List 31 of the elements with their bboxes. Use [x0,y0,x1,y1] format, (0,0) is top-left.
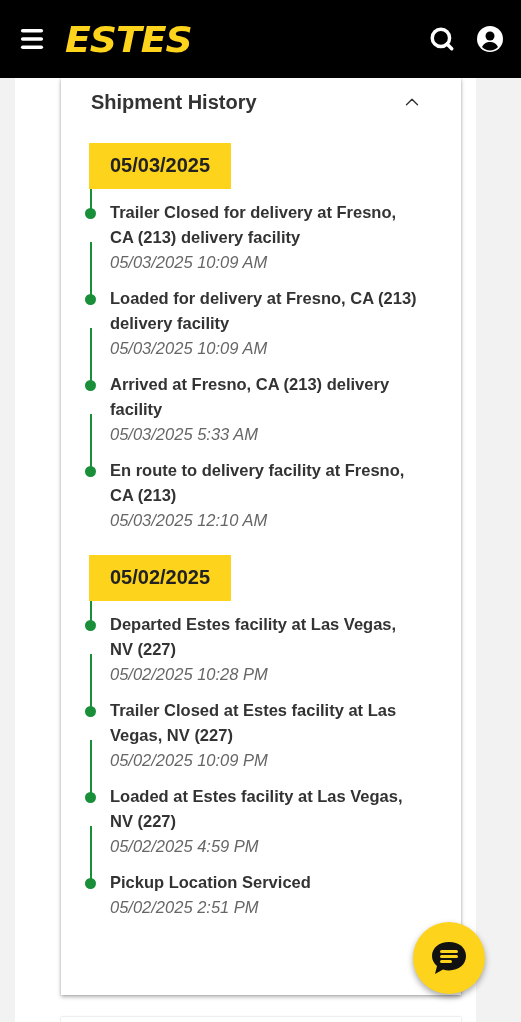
event-title: Trailer Closed for delivery at Fresno, CA (213) delivery facility [110,202,398,248]
event-title: Departed Estes facility at Las Vegas, NV (227) [110,614,398,660]
event-time: 05/02/2025 4:59 PM [110,836,260,857]
event-time: 05/03/2025 12:10 AM [110,510,269,531]
timeline-dot [85,466,96,477]
search-icon[interactable] [429,26,455,52]
event-time: 05/02/2025 10:28 PM [110,664,269,685]
timeline-dot [85,878,96,889]
timeline-dot [85,208,96,219]
timeline-dot [85,620,96,631]
event-title: Arrived at Fresno, CA (213) delivery facility [110,374,391,420]
timeline-dot [85,792,96,803]
event-title: Loaded for delivery at Fresno, CA (213) delivery facility [110,288,418,334]
event-time: 05/03/2025 10:09 AM [110,252,269,273]
chat-icon [430,940,468,976]
user-icon[interactable] [477,26,503,52]
event-time: 05/02/2025 10:09 PM [110,750,269,771]
event-time: 05/02/2025 2:51 PM [110,897,260,918]
logo[interactable]: ESTES [65,18,192,60]
event-time: 05/03/2025 10:09 AM [110,338,269,359]
timeline-dot [85,380,96,391]
event-time: 05/03/2025 5:33 AM [110,424,259,445]
event-title: Pickup Location Serviced [110,872,312,893]
timeline-dot [85,294,96,305]
event-title: Loaded at Estes facility at Las Vegas, NV (227) [110,786,404,832]
date-badge: 05/03/2025 [89,143,232,189]
event-title: Trailer Closed at Estes facility at Las Vegas, NV (227) [110,700,398,746]
date-badge: 05/02/2025 [89,555,232,601]
timeline-dot [85,706,96,717]
section-title: Shipment History [91,90,257,114]
event-title: En route to delivery facility at Fresno, CA (213) [110,460,406,506]
